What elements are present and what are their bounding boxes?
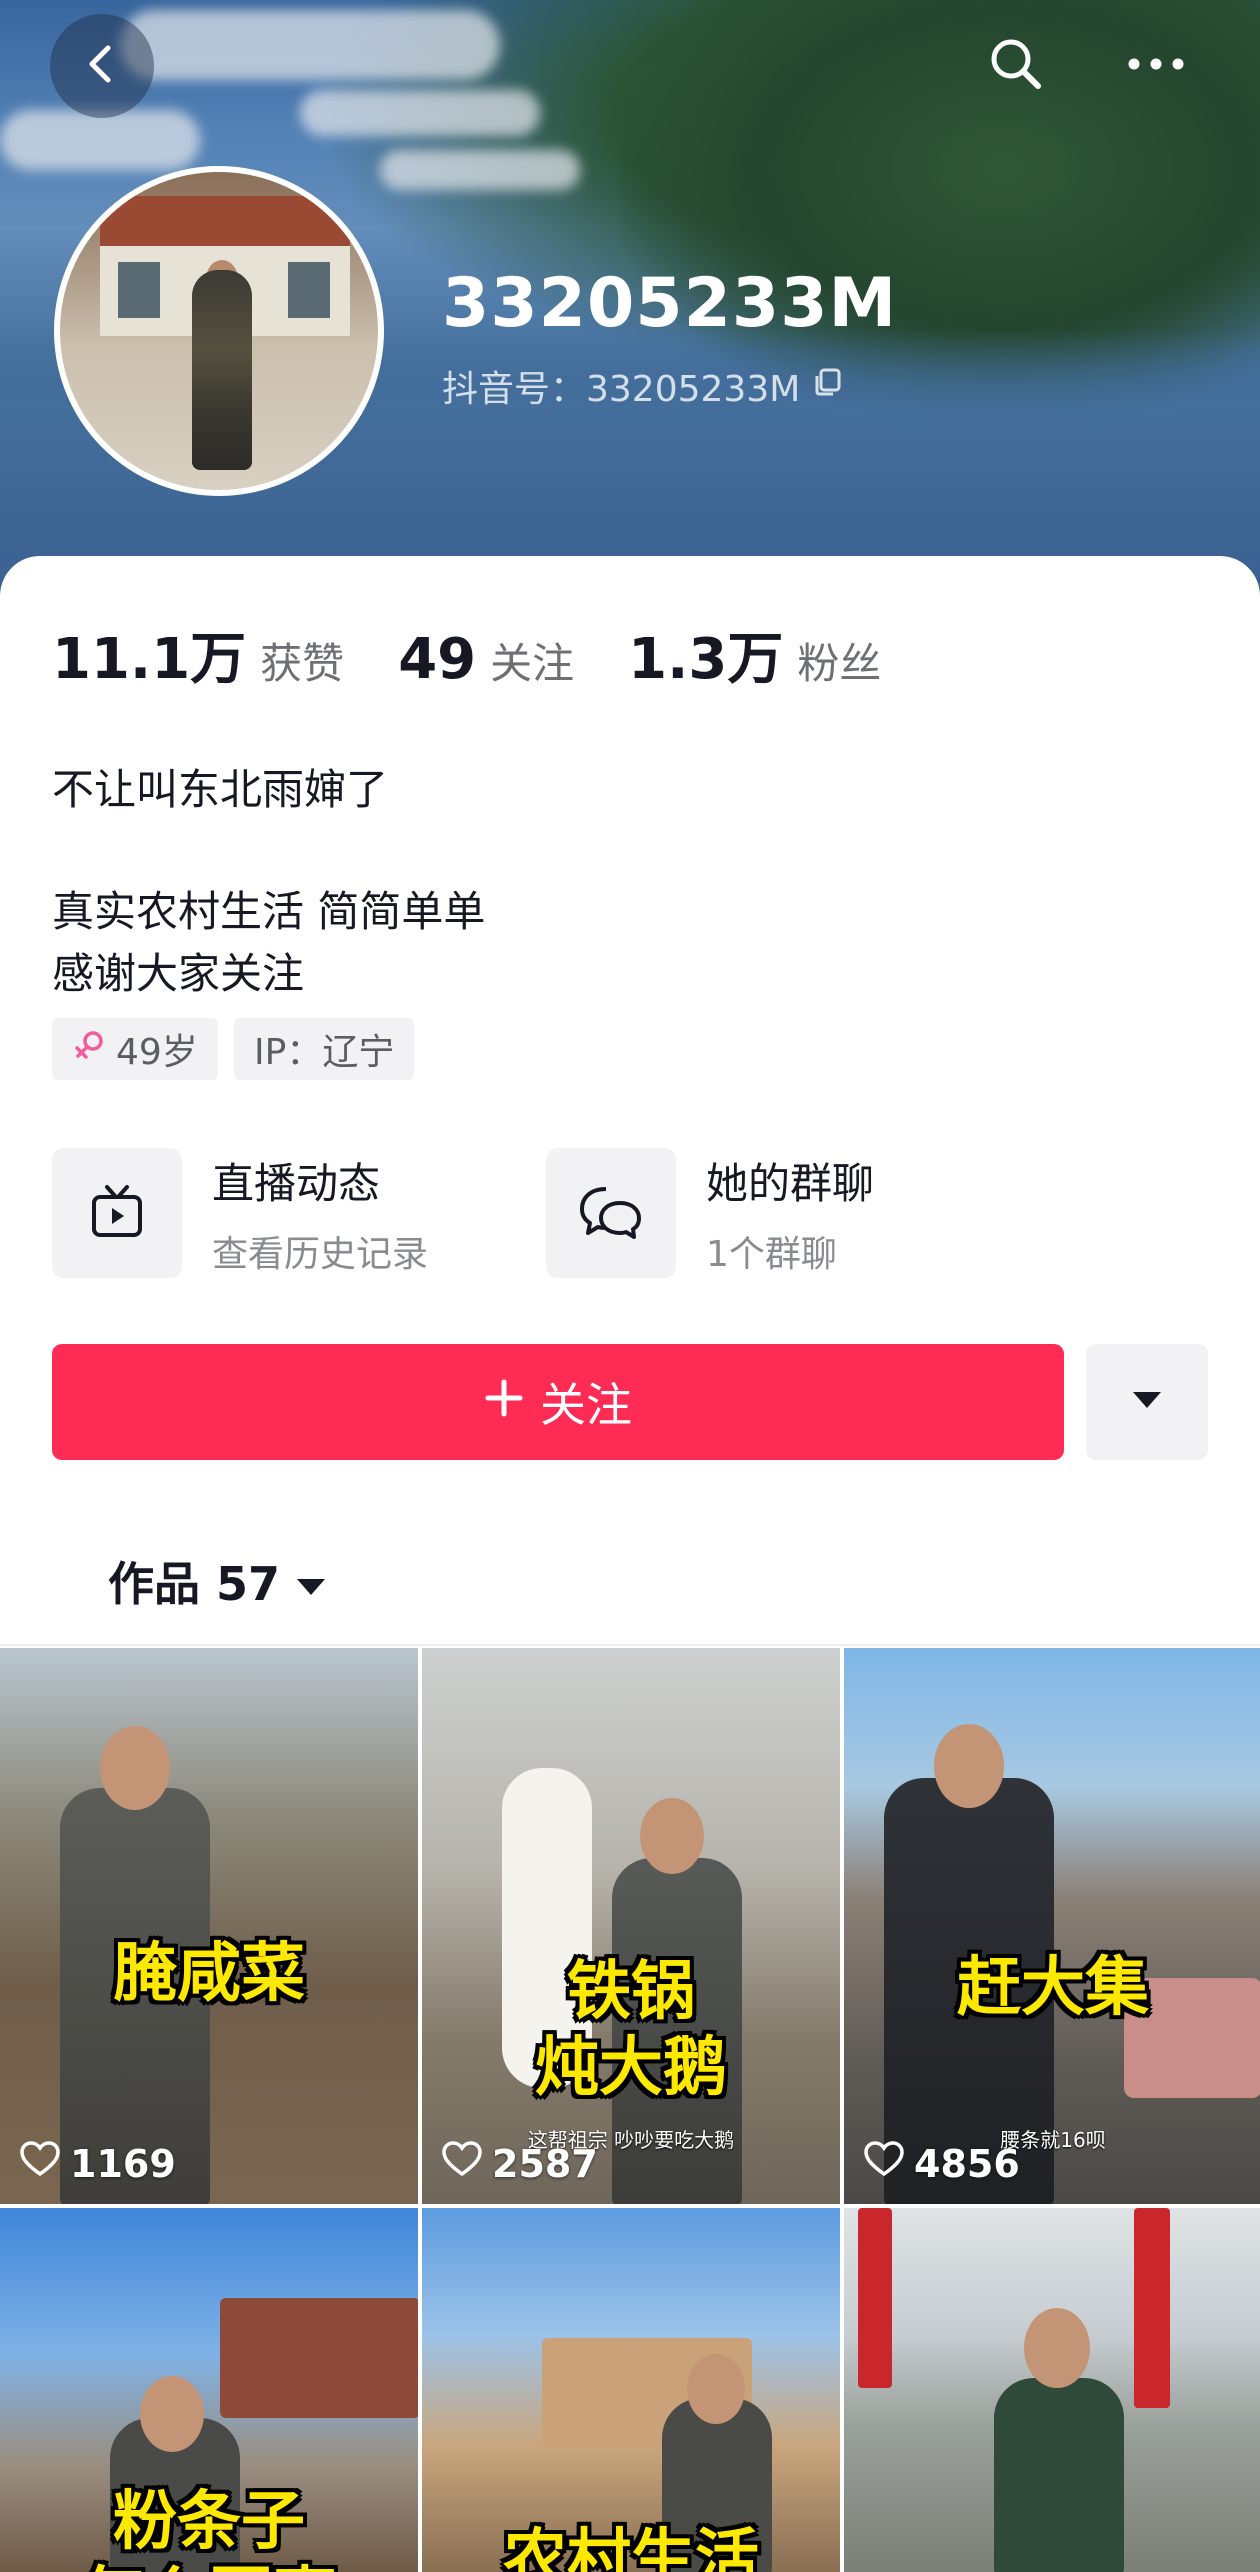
video-likes: 1169 <box>20 2141 176 2186</box>
more-button[interactable] <box>1116 26 1196 106</box>
works-label: 作品 57 <box>108 1557 281 1611</box>
video-tile-2[interactable]: 铁锅 炖大鹅 这帮祖宗 吵吵要吃大鹅 2587 <box>422 1648 840 2204</box>
following-label[interactable]: 关注 <box>490 630 574 691</box>
likes-label: 获赞 <box>260 639 345 688</box>
caption-line-2: 怎么回事 <box>0 2560 418 2572</box>
caption-line-1: 粉条子 <box>113 2485 305 2559</box>
plus-icon <box>484 1375 524 1429</box>
age-text: 49岁 <box>116 1032 198 1073</box>
group-subtitle: 1个群聊 <box>706 1233 837 1275</box>
likes-count: 4856 <box>914 2141 1020 2186</box>
bio-line-3: 感谢大家关注 <box>52 949 305 998</box>
following-count[interactable]: 49 <box>398 627 476 692</box>
back-button[interactable] <box>50 14 154 118</box>
chevron-left-icon <box>80 42 124 90</box>
avatar[interactable] <box>54 166 384 496</box>
live-title: 直播动态 <box>212 1158 381 1208</box>
video-caption: 赶大集 <box>957 1951 1149 2025</box>
more-actions-button[interactable] <box>1086 1344 1208 1460</box>
video-tile-3[interactable]: 赶大集 腰条就16呗 4856 <box>844 1648 1260 2204</box>
tv-icon <box>52 1148 182 1278</box>
follow-button[interactable]: 关注 <box>52 1344 1064 1460</box>
heart-icon <box>20 2141 60 2186</box>
ip-tag: IP：辽宁 <box>234 1018 415 1080</box>
ip-text: IP：辽宁 <box>254 1032 395 1073</box>
group-chat-entry[interactable]: 她的群聊 1个群聊 <box>546 1148 874 1278</box>
bio-line-2: 真实农村生活 简简单单 <box>52 887 486 936</box>
video-caption: 腌咸菜 <box>113 1937 305 2011</box>
female-icon <box>72 1028 106 1071</box>
live-subtitle: 查看历史记录 <box>212 1233 429 1275</box>
caret-down-icon <box>296 1554 326 1608</box>
video-likes: 4856 <box>864 2141 1020 2186</box>
group-title: 她的群聊 <box>706 1158 875 1208</box>
live-history-entry[interactable]: 直播动态 查看历史记录 <box>52 1148 428 1278</box>
likes-count: 11.1万 <box>52 627 247 692</box>
followers-count[interactable]: 1.3万 <box>628 614 783 695</box>
copy-icon[interactable] <box>812 366 844 407</box>
followers-label[interactable]: 粉丝 <box>797 630 881 691</box>
follow-label: 关注 <box>540 1378 632 1432</box>
search-icon <box>986 34 1046 98</box>
stats-row: 11.1万 获赞 49 关注 1.3万 粉丝 <box>52 614 935 695</box>
video-caption: 粉条子 怎么回事 <box>0 2484 418 2572</box>
likes-count: 2587 <box>492 2141 598 2186</box>
caption-line-1: 铁锅 <box>567 1955 695 2029</box>
video-tile-1[interactable]: 腌咸菜 1169 <box>0 1648 418 2204</box>
caption-line-2: 炖大鹅 <box>535 2031 727 2105</box>
video-tile-4[interactable]: 粉条子 怎么回事 <box>0 2208 418 2572</box>
gender-age-tag: 49岁 <box>52 1018 218 1080</box>
video-caption: 铁锅 炖大鹅 <box>422 1954 840 2106</box>
bio-line-1: 不让叫东北雨婶了 <box>52 765 389 814</box>
douyin-id-row[interactable]: 抖音号：33205233M <box>442 360 844 412</box>
search-button[interactable] <box>976 26 1056 106</box>
tab-works[interactable]: 作品 57 <box>108 1548 326 1614</box>
profile-name: 33205233M <box>442 264 898 343</box>
video-caption: 农村生活 <box>503 2523 759 2572</box>
douyin-id: 抖音号：33205233M <box>442 369 801 410</box>
chat-bubbles-icon <box>546 1148 676 1278</box>
tab-divider <box>0 1644 1260 1646</box>
video-tile-5[interactable]: 农村生活 <box>422 2208 840 2572</box>
heart-icon <box>864 2141 904 2186</box>
video-tile-6[interactable] <box>844 2208 1260 2572</box>
likes-count: 1169 <box>70 2141 176 2186</box>
more-dots-icon <box>1124 54 1188 78</box>
video-likes: 2587 <box>442 2141 598 2186</box>
caret-down-icon <box>1131 1389 1163 1415</box>
heart-icon <box>442 2141 482 2186</box>
